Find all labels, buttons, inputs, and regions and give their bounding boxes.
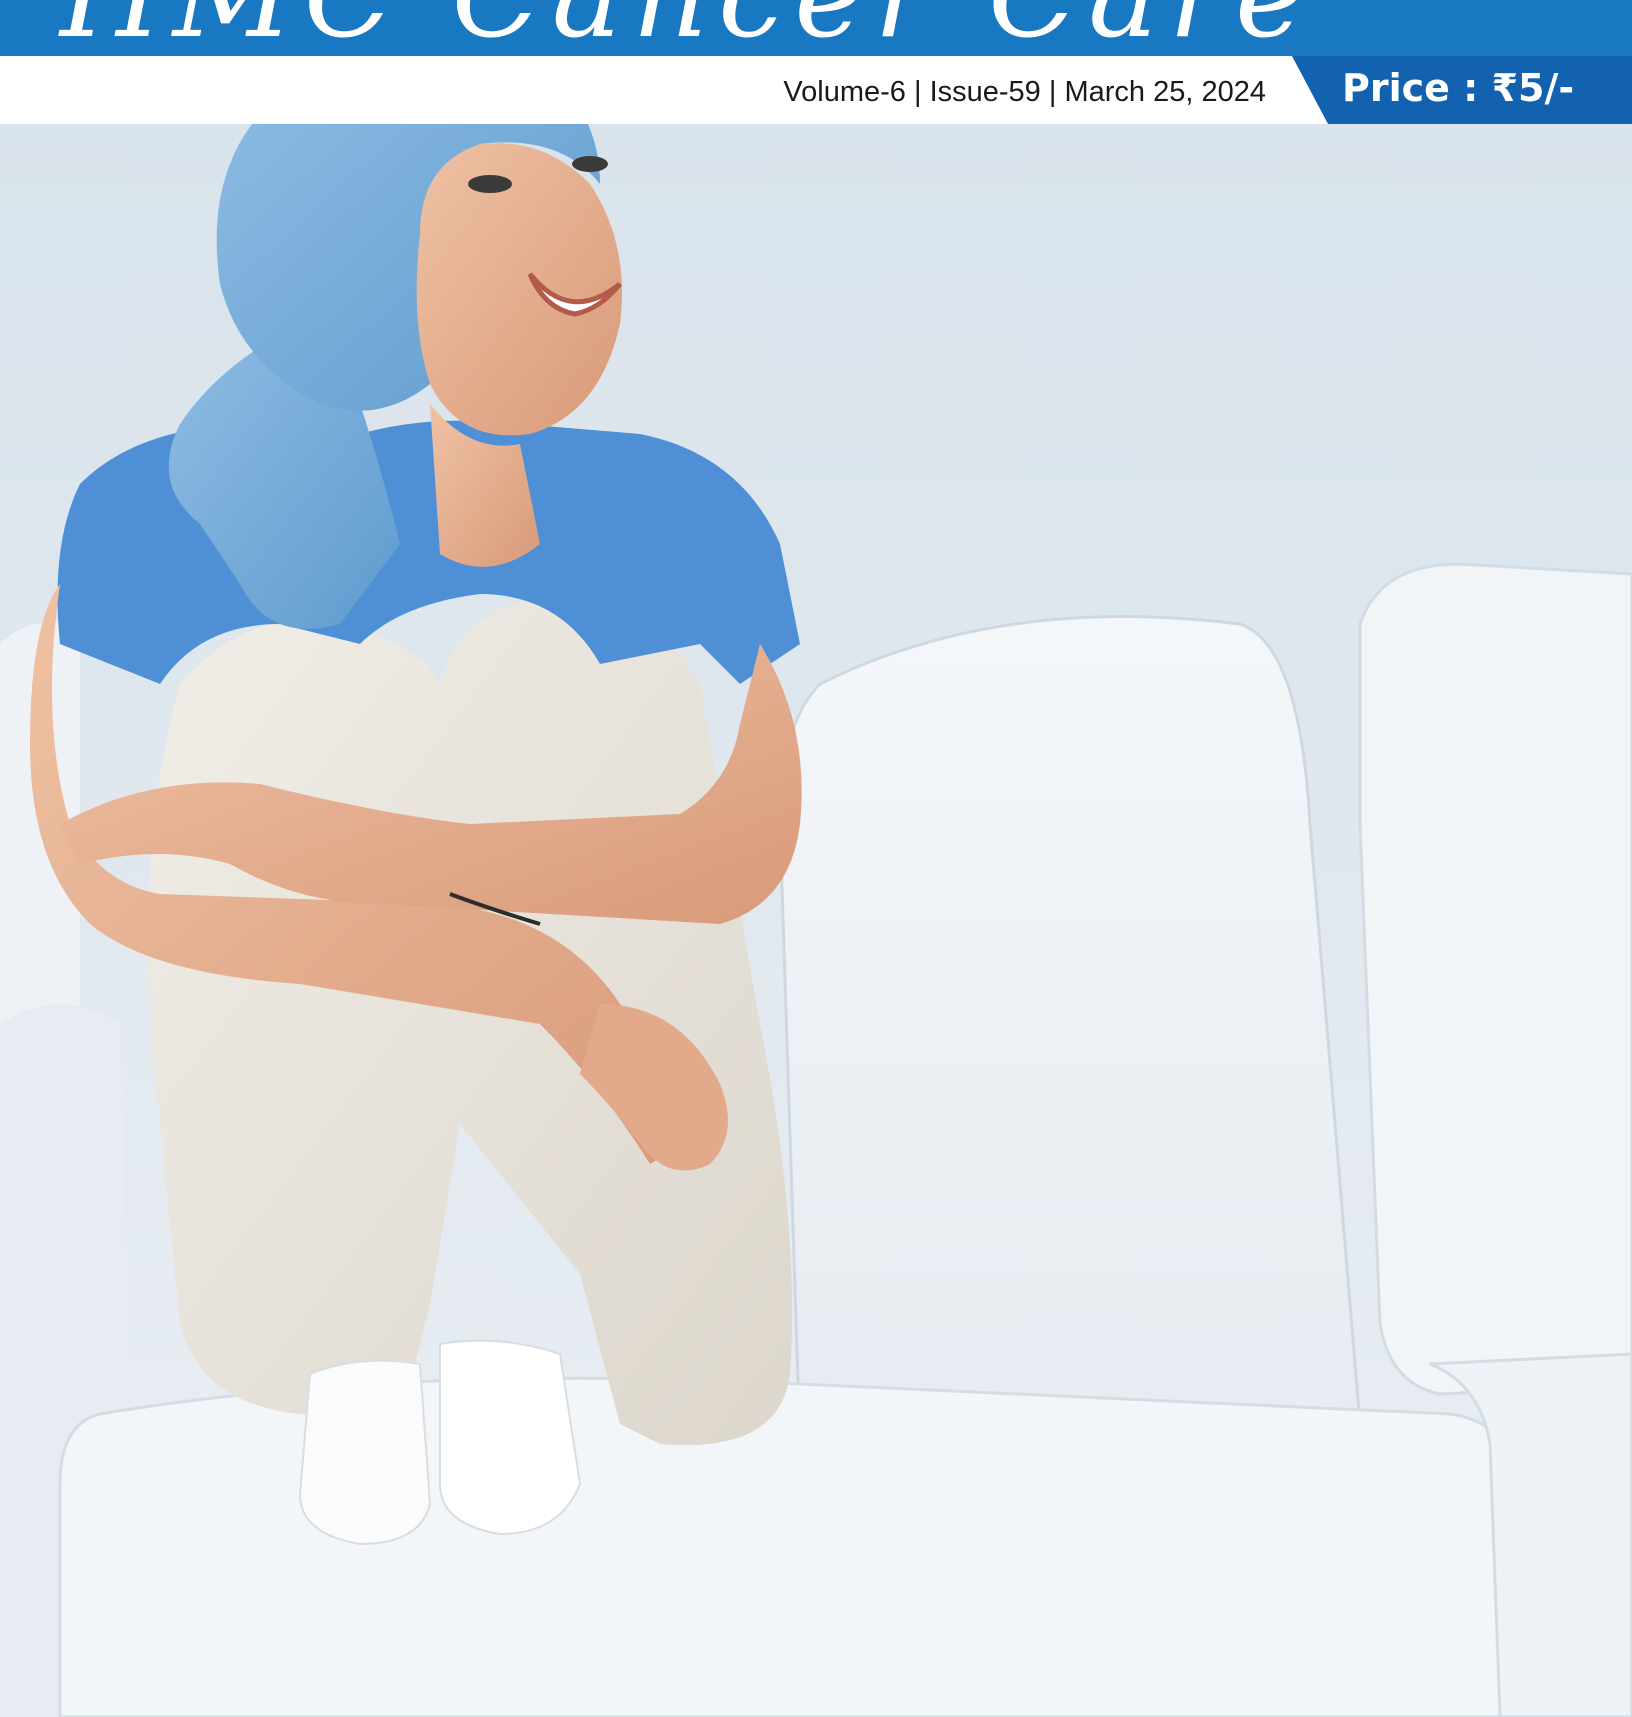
volume-label: Volume-6 (783, 76, 906, 108)
cover-photo-illustration (0, 124, 1632, 1717)
face (407, 143, 622, 436)
cover-photo (0, 124, 1632, 1717)
separator: | (1048, 76, 1057, 108)
sofa-seat-cushion (58, 1376, 1522, 1717)
left-sock (298, 1359, 432, 1546)
price-text: Price : ₹5/- (1342, 66, 1574, 110)
issue-label: Issue-59 (929, 76, 1041, 108)
date-label: March 25, 2024 (1064, 76, 1266, 108)
left-eye (468, 175, 512, 193)
sofa-right-cushion (1358, 562, 1632, 1396)
price-label: Price : (1342, 66, 1479, 110)
right-eye (572, 156, 608, 172)
price-value: ₹5/- (1491, 66, 1575, 110)
separator: | (913, 76, 922, 108)
right-sock (439, 1339, 582, 1536)
masthead-title: HMC Cancer Care (60, 0, 1315, 56)
magazine-cover: HMC Cancer Care Volume-6 | Issue-59 | Ma… (0, 0, 1632, 1717)
issue-line: Volume-6 | Issue-59 | March 25, 2024 (783, 76, 1266, 109)
sofa-back-cushion (778, 615, 1362, 1516)
masthead-bar: HMC Cancer Care (0, 0, 1632, 56)
